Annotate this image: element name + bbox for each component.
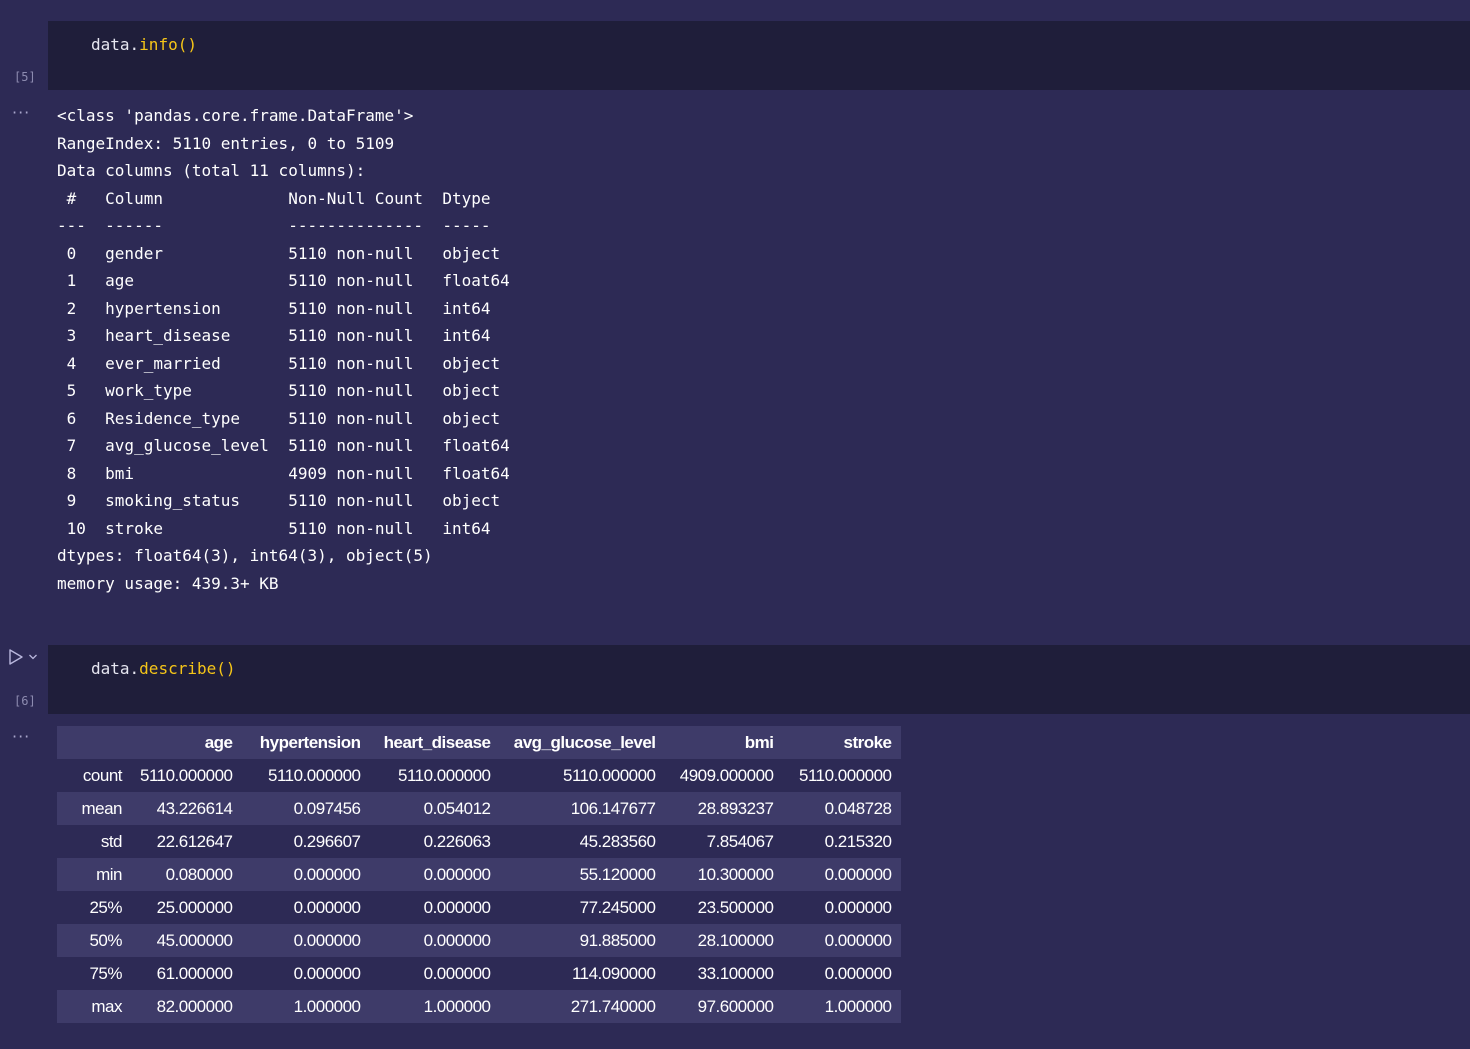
chevron-down-icon[interactable] — [28, 652, 38, 662]
table-cell: 4909.000000 — [679, 765, 774, 785]
table-cell: 0.080000 — [165, 864, 233, 884]
table-cell: 106.147677 — [570, 798, 656, 818]
table-cell: 0.000000 — [824, 897, 892, 917]
table-cell: 0.000000 — [293, 963, 361, 983]
table-cell: 0.000000 — [293, 897, 361, 917]
code-editor[interactable]: data.info() — [91, 35, 197, 54]
row-label: max — [91, 996, 122, 1016]
execution-count: [6] — [14, 694, 36, 708]
code-function: info() — [139, 35, 197, 54]
table-cell: 5110.000000 — [268, 765, 361, 785]
table-cell: 45.000000 — [156, 930, 233, 950]
table-cell: 0.226063 — [423, 831, 491, 851]
table-cell: 1.000000 — [824, 996, 892, 1016]
code-function: describe() — [139, 659, 236, 678]
table-body: count 5110.000000 5110.000000 5110.00000… — [57, 759, 901, 1023]
code-object: data. — [91, 659, 140, 678]
execution-count: [5] — [14, 70, 36, 84]
column-header: stroke — [782, 726, 901, 759]
table-row: 75% 61.000000 0.000000 0.000000 114.0900… — [57, 957, 901, 990]
table-row: std 22.612647 0.296607 0.226063 45.28356… — [57, 825, 901, 858]
table-cell: 0.000000 — [423, 963, 491, 983]
table-cell: 61.000000 — [156, 963, 233, 983]
table-cell: 0.000000 — [824, 930, 892, 950]
table-cell: 0.215320 — [824, 831, 892, 851]
table-cell: 5110.000000 — [140, 765, 233, 785]
table-cell: 5110.000000 — [398, 765, 491, 785]
table-cell: 1.000000 — [423, 996, 491, 1016]
table-row: 25% 25.000000 0.000000 0.000000 77.24500… — [57, 891, 901, 924]
table-cell: 0.048728 — [824, 798, 892, 818]
table-cell: 45.283560 — [579, 831, 656, 851]
row-label: mean — [81, 798, 122, 818]
table-row: mean 43.226614 0.097456 0.054012 106.147… — [57, 792, 901, 825]
table-cell: 5110.000000 — [563, 765, 656, 785]
table-cell: 28.100000 — [697, 930, 774, 950]
table-cell: 0.000000 — [293, 864, 361, 884]
column-header: bmi — [664, 726, 783, 759]
column-header: age — [131, 726, 242, 759]
table-cell: 33.100000 — [697, 963, 774, 983]
code-editor[interactable]: data.describe() — [91, 659, 236, 678]
column-header: heart_disease — [369, 726, 500, 759]
table-cell: 82.000000 — [156, 996, 233, 1016]
table-cell: 28.893237 — [697, 798, 774, 818]
table-cell: 0.000000 — [423, 930, 491, 950]
cell-output-text: <class 'pandas.core.frame.DataFrame'> Ra… — [57, 106, 510, 593]
output-more-icon[interactable]: ··· — [12, 729, 30, 745]
describe-table: age hypertension heart_disease avg_gluco… — [57, 726, 901, 1023]
table-cell: 25.000000 — [156, 897, 233, 917]
table-cell: 0.097456 — [293, 798, 361, 818]
notebook: data.info() [5] ··· <class 'pandas.core.… — [0, 0, 1470, 1049]
row-label: count — [82, 765, 123, 785]
table-cell: 55.120000 — [579, 864, 656, 884]
cell-run-controls — [8, 648, 38, 666]
table-cell: 114.090000 — [571, 963, 656, 983]
table-cell: 22.612647 — [156, 831, 233, 851]
table-cell: 7.854067 — [706, 831, 774, 851]
table-cell: 77.245000 — [579, 897, 656, 917]
table-cell: 0.000000 — [293, 930, 361, 950]
table-cell: 0.000000 — [824, 864, 892, 884]
row-label: 50% — [89, 930, 122, 950]
column-header: hypertension — [241, 726, 370, 759]
table-cell: 97.600000 — [697, 996, 774, 1016]
table-cell: 10.300000 — [697, 864, 774, 884]
column-header: avg_glucose_level — [499, 726, 665, 759]
table-cell: 43.226614 — [156, 798, 233, 818]
table-cell: 0.054012 — [423, 798, 491, 818]
table-cell: 271.740000 — [570, 996, 656, 1016]
row-label: 25% — [89, 897, 122, 917]
output-more-icon[interactable]: ··· — [12, 105, 30, 121]
row-label: 75% — [89, 963, 122, 983]
table-header-row: age hypertension heart_disease avg_gluco… — [57, 726, 901, 759]
table-cell: 0.000000 — [423, 864, 491, 884]
table-cell: 5110.000000 — [799, 765, 892, 785]
table-row: 50% 45.000000 0.000000 0.000000 91.88500… — [57, 924, 901, 957]
table-cell: 0.000000 — [423, 897, 491, 917]
table-row: min 0.080000 0.000000 0.000000 55.120000… — [57, 858, 901, 891]
table-cell: 1.000000 — [293, 996, 361, 1016]
table-cell: 23.500000 — [697, 897, 774, 917]
code-cell-info[interactable]: data.info() — [48, 21, 1470, 90]
column-header — [57, 726, 131, 759]
code-cell-describe[interactable]: data.describe() — [48, 645, 1470, 714]
row-label: min — [96, 864, 122, 884]
table-cell: 0.296607 — [293, 831, 361, 851]
table-row: count 5110.000000 5110.000000 5110.00000… — [57, 759, 901, 792]
play-icon[interactable] — [8, 648, 24, 666]
table-row: max 82.000000 1.000000 1.000000 271.7400… — [57, 990, 901, 1023]
table-cell: 0.000000 — [824, 963, 892, 983]
row-label: std — [100, 831, 123, 851]
table-cell: 91.885000 — [579, 930, 656, 950]
code-object: data. — [91, 35, 140, 54]
